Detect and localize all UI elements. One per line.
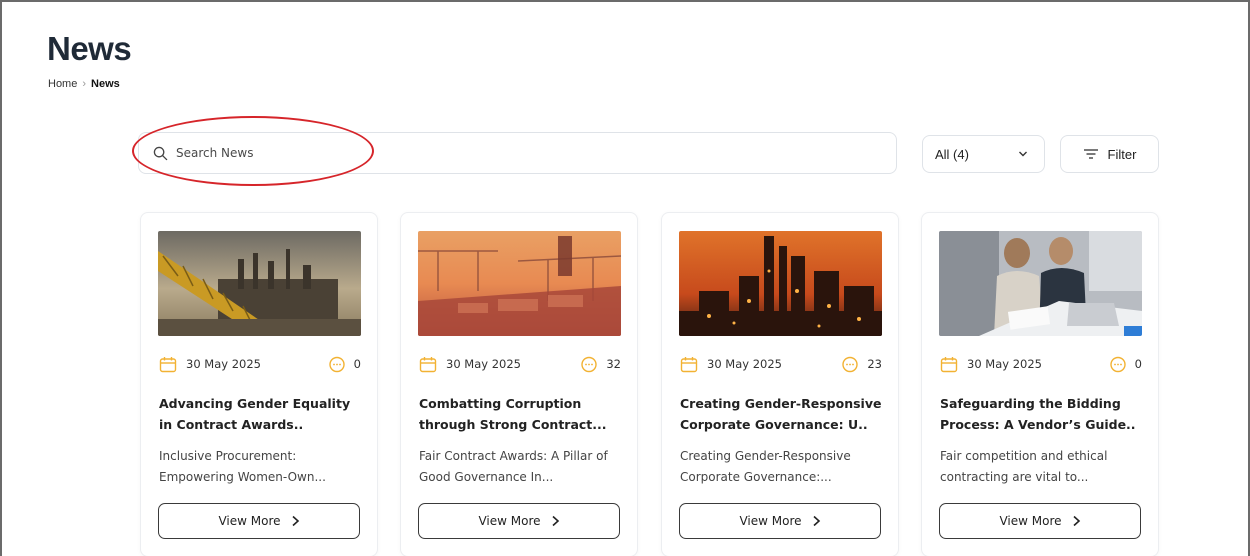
view-more-button[interactable]: View More <box>418 503 620 539</box>
comment-icon <box>581 356 598 372</box>
news-card-comment-count: 0 <box>1134 357 1142 371</box>
news-card-date-text: 30 May 2025 <box>707 357 782 371</box>
news-card: 30 May 2025 23 Creating Gender-Responsiv… <box>661 212 899 556</box>
news-card-meta: 30 May 2025 0 <box>159 355 361 373</box>
news-card-excerpt: Fair Contract Awards: A Pillar of Good G… <box>419 449 608 484</box>
news-card-date: 30 May 2025 <box>419 356 521 373</box>
news-card-meta: 30 May 2025 0 <box>940 355 1142 373</box>
filter-button-label: Filter <box>1107 146 1137 162</box>
calendar-icon <box>159 356 177 372</box>
comment-icon <box>1109 356 1126 372</box>
news-card-title[interactable]: Combatting Corruption through Strong Con… <box>419 393 624 435</box>
news-card-comment-count: 0 <box>353 357 361 371</box>
view-more-button[interactable]: View More <box>158 503 360 539</box>
news-card-date: 30 May 2025 <box>680 356 782 373</box>
breadcrumb-home[interactable]: Home <box>48 78 77 90</box>
news-card-image[interactable] <box>158 231 361 336</box>
news-card: 30 May 2025 32 Combatting Corruption thr… <box>400 212 638 556</box>
search-box[interactable] <box>138 132 897 174</box>
news-card-comments: 0 <box>1109 356 1142 373</box>
breadcrumb-separator-icon: › <box>82 78 87 90</box>
news-card-comments: 0 <box>328 356 361 373</box>
calendar-icon <box>419 356 437 372</box>
calendar-icon <box>940 356 958 372</box>
news-card-meta: 30 May 2025 23 <box>680 355 882 373</box>
comment-icon <box>328 356 345 372</box>
chevron-right-icon <box>551 515 559 527</box>
news-card-title[interactable]: Safeguarding the Bidding Process: A Vend… <box>940 393 1145 435</box>
news-card-comments: 23 <box>841 356 882 373</box>
port-cranes-image <box>418 231 621 336</box>
news-card-date: 30 May 2025 <box>159 356 261 373</box>
view-more-label: View More <box>999 514 1062 528</box>
view-more-label: View More <box>739 514 802 528</box>
view-more-button[interactable]: View More <box>939 503 1141 539</box>
filter-button[interactable]: Filter <box>1060 135 1159 173</box>
category-select[interactable]: All (4) <box>922 135 1045 173</box>
news-card-image[interactable] <box>418 231 621 336</box>
news-card-comments: 32 <box>580 356 621 373</box>
search-icon <box>153 146 168 160</box>
chevron-right-icon <box>1072 515 1080 527</box>
news-card-image[interactable] <box>679 231 882 336</box>
news-card: 30 May 2025 0 Advancing Gender Equality … <box>140 212 378 556</box>
business-meeting-image <box>939 231 1142 336</box>
news-card-date-text: 30 May 2025 <box>446 357 521 371</box>
calendar-icon <box>680 356 698 372</box>
chevron-right-icon <box>291 515 299 527</box>
comment-icon <box>842 356 859 372</box>
filter-icon <box>1083 149 1098 159</box>
breadcrumb: Home › News <box>48 78 120 90</box>
view-more-label: View More <box>218 514 281 528</box>
news-card-title[interactable]: Creating Gender-Responsive Corporate Gov… <box>680 393 885 435</box>
news-card-excerpt: Fair competition and ethical contracting… <box>940 449 1108 484</box>
news-card-meta: 30 May 2025 32 <box>419 355 621 373</box>
news-card-comment-count: 32 <box>606 357 621 371</box>
category-select-value: All (4) <box>935 146 969 162</box>
view-more-button[interactable]: View More <box>679 503 881 539</box>
offshore-platform-image <box>158 231 361 336</box>
page-title: News <box>47 30 132 67</box>
news-card-excerpt: Inclusive Procurement: Empowering Women-… <box>159 449 326 484</box>
news-card-date-text: 30 May 2025 <box>186 357 261 371</box>
search-input[interactable] <box>176 146 776 160</box>
breadcrumb-current: News <box>91 78 120 90</box>
news-card: 30 May 2025 0 Safeguarding the Bidding P… <box>921 212 1159 556</box>
news-card-date: 30 May 2025 <box>940 356 1042 373</box>
news-card-comment-count: 23 <box>867 357 882 371</box>
refinery-night-image <box>679 231 882 336</box>
chevron-down-icon <box>1019 151 1027 157</box>
news-card-excerpt: Creating Gender-Responsive Corporate Gov… <box>680 449 851 484</box>
news-card-title[interactable]: Advancing Gender Equality in Contract Aw… <box>159 393 364 435</box>
news-card-image[interactable] <box>939 231 1142 336</box>
news-card-date-text: 30 May 2025 <box>967 357 1042 371</box>
view-more-label: View More <box>478 514 541 528</box>
chevron-right-icon <box>812 515 820 527</box>
